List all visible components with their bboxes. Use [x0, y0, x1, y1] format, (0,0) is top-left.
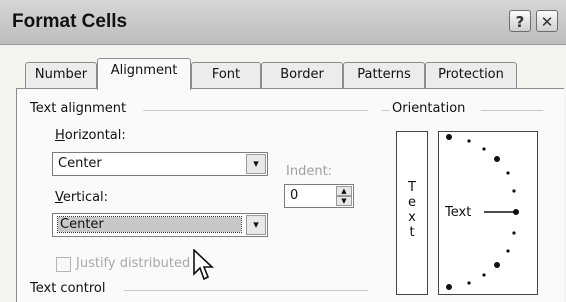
indent-spinner[interactable]: 0 ▲ ▼	[284, 184, 354, 208]
group-divider	[382, 110, 390, 111]
mouse-cursor-icon	[193, 249, 215, 281]
justify-distributed-label: Justify distributed	[76, 256, 191, 271]
tab-alignment[interactable]: Alignment	[97, 58, 191, 90]
vertical-value: Center	[57, 216, 242, 233]
tab-font[interactable]: Font	[191, 62, 261, 88]
vertical-text-orientation-box[interactable]: T e x t	[396, 131, 428, 295]
dialog-title: Format Cells	[12, 11, 128, 32]
text-alignment-group-label: Text alignment	[30, 101, 127, 116]
tab-border[interactable]: Border	[261, 62, 343, 88]
vertical-text-letter: T	[408, 180, 416, 195]
tab-protection[interactable]: Protection	[425, 62, 517, 88]
group-divider	[143, 110, 368, 111]
justify-distributed-checkbox[interactable]	[56, 257, 71, 272]
vertical-label: Vertical:	[55, 190, 109, 205]
group-divider	[481, 110, 543, 111]
help-button[interactable]: ?	[509, 10, 531, 32]
horizontal-value: Center	[58, 156, 102, 171]
vertical-text-letter: e	[408, 195, 416, 210]
tab-patterns[interactable]: Patterns	[343, 62, 425, 88]
orientation-group-label: Orientation	[392, 101, 466, 116]
group-divider	[124, 290, 368, 291]
horizontal-select[interactable]: Center ▾	[52, 152, 268, 176]
indent-value: 0	[290, 188, 299, 203]
orientation-text-label: Text	[445, 205, 472, 220]
horizontal-label: Horizontal:	[55, 128, 126, 143]
indent-label: Indent:	[286, 164, 333, 179]
title-bar: Format Cells ? ✕	[0, 0, 566, 45]
spin-down-icon[interactable]: ▼	[336, 196, 352, 206]
spin-up-icon[interactable]: ▲	[336, 186, 352, 196]
vertical-select[interactable]: Center ▾	[52, 213, 268, 237]
orientation-dial[interactable]: Text	[438, 131, 538, 295]
vertical-text-letter: x	[408, 210, 416, 225]
close-button[interactable]: ✕	[536, 10, 558, 32]
vertical-text-letter: t	[409, 225, 415, 240]
text-control-group-label: Text control	[30, 281, 106, 296]
tab-number[interactable]: Number	[25, 62, 97, 88]
chevron-down-icon[interactable]: ▾	[246, 154, 266, 174]
chevron-down-icon[interactable]: ▾	[246, 215, 266, 235]
